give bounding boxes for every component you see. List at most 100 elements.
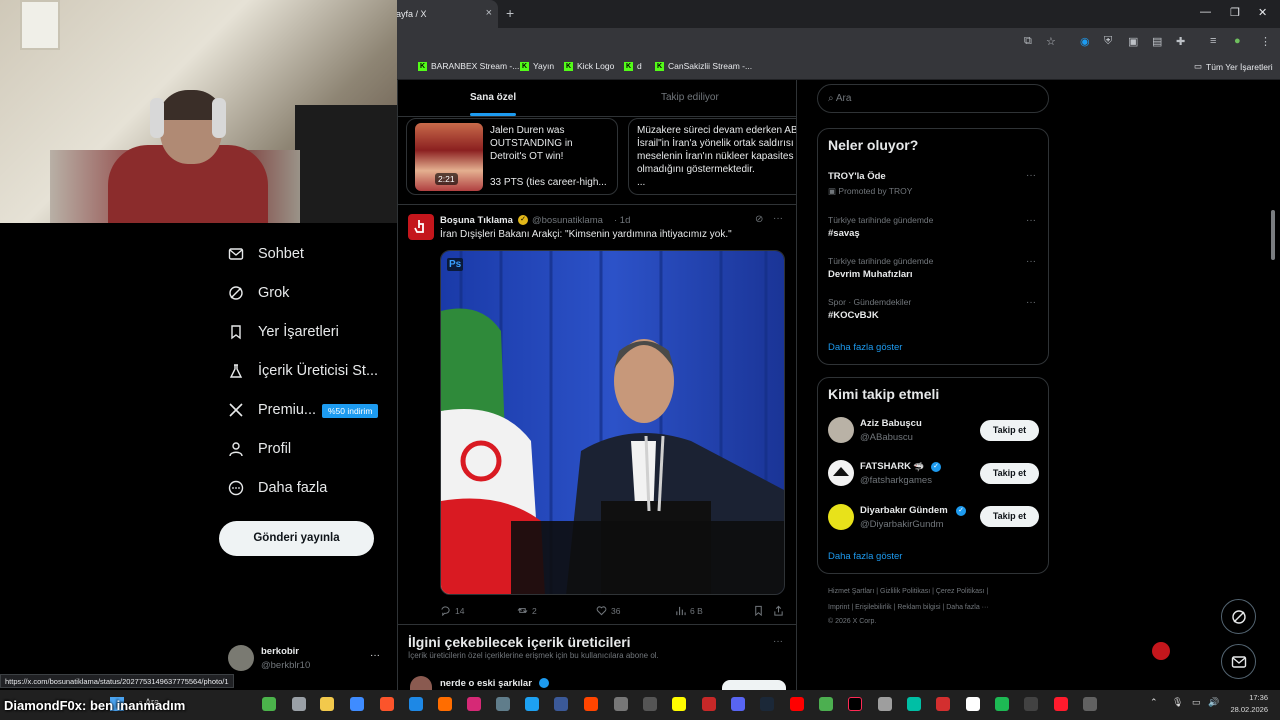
folder-icon[interactable] [320,697,334,711]
app-icon[interactable] [262,697,276,711]
views-button[interactable]: 6 B [675,605,703,616]
clock-date[interactable]: 28.02.2026 [1220,705,1268,714]
trend-title[interactable]: #KOCvBJK [828,310,879,321]
app-icon[interactable] [496,697,510,711]
brave-icon[interactable] [380,697,394,711]
kebab-menu-icon[interactable]: ⋮ [1260,35,1271,48]
follow-name[interactable]: Aziz Babuşcu [860,418,922,429]
avatar[interactable] [828,417,854,443]
footer-links[interactable]: Imprint | Erişilebilirlik | Reklam bilgi… [828,604,989,611]
clock-time[interactable]: 17:36 [1230,693,1268,702]
show-more-link[interactable]: Daha fazla göster [828,342,902,353]
follow-name[interactable]: FATSHARK [860,461,911,472]
feather-pen-icon[interactable] [1152,642,1170,660]
menu-list-icon[interactable]: ≡ [1210,35,1216,47]
grok-icon[interactable]: ⊘ [755,214,763,225]
bookmark-button[interactable] [753,605,764,616]
app-icon[interactable] [643,697,657,711]
follow-button[interactable]: Takip et [980,506,1039,527]
opera-icon[interactable] [1054,697,1068,711]
like-button[interactable]: 36 [596,605,620,616]
avatar[interactable] [828,460,854,486]
chrome-icon[interactable] [819,697,833,711]
app-icon[interactable] [907,697,921,711]
tweet-time[interactable]: · 1d [614,215,630,226]
avatar[interactable] [228,645,254,671]
trend-title[interactable]: TROY'la Öde [828,171,886,182]
news-card[interactable]: Müzakere süreci devam ederken AB İsrail"… [628,118,796,195]
app-icon[interactable] [350,697,364,711]
trend-more-icon[interactable]: ··· [1026,297,1036,308]
trending-card[interactable]: 2:21 Jalen Duren was OUTSTANDING in Detr… [406,118,618,195]
star-icon[interactable]: ☆ [1046,35,1056,48]
trend-title[interactable]: #savaş [828,228,860,239]
steam-icon[interactable] [760,697,774,711]
bookmark-item[interactable]: K BARANBEX Stream -... [418,61,519,71]
app-icon[interactable] [1083,697,1097,711]
app-icon[interactable] [614,697,628,711]
tab-for-you[interactable]: Sana özel [470,92,516,103]
show-more-link[interactable]: Daha fazla göster [828,551,902,562]
tweet-more-icon[interactable]: ··· [773,213,783,224]
bookmark-item[interactable]: K Kick Logo [564,61,614,71]
subscribe-button[interactable] [722,680,786,690]
nav-creator-studio[interactable]: İçerik Üreticisi St... [228,363,378,379]
trend-more-icon[interactable]: ··· [1026,256,1036,267]
repost-button[interactable]: 2 [517,605,537,616]
share-button[interactable] [773,605,784,616]
app-icon[interactable] [438,697,452,711]
tweet-author[interactable]: Boşuna Tıklama [440,215,513,226]
twitter-icon[interactable] [525,697,539,711]
tweet-handle[interactable]: @bosunatiklama [532,215,603,226]
nav-chat[interactable]: Sohbet [228,246,304,262]
discord-icon[interactable] [731,697,745,711]
tiktok-icon[interactable] [848,697,862,711]
app-icon[interactable] [936,697,950,711]
avatar[interactable] [408,214,434,240]
app-icon[interactable] [966,697,980,711]
profile-avatar-icon[interactable]: ● [1234,35,1241,47]
trend-title[interactable]: Devrim Muhafızları [828,269,912,280]
follow-name[interactable]: Diyarbakır Gündem [860,505,948,516]
maximize-icon[interactable]: ❐ [1230,6,1240,19]
youtube-icon[interactable] [790,697,804,711]
app-icon[interactable] [292,697,306,711]
instagram-icon[interactable] [467,697,481,711]
trend-more-icon[interactable]: ··· [1026,215,1036,226]
microphone-icon[interactable]: 🎙 [1172,697,1183,708]
bookmark-item[interactable]: K CanSakizlii Stream -... [655,61,752,71]
account-more-icon[interactable]: ··· [370,650,380,661]
trend-more-icon[interactable]: ··· [1026,170,1036,181]
snapchat-icon[interactable] [672,697,686,711]
messages-float-button[interactable] [1221,644,1256,679]
cast-icon[interactable]: ⧉ [1024,35,1032,48]
post-button[interactable]: Gönderi yayınla [219,521,374,556]
creators-more-icon[interactable]: ··· [773,636,783,647]
spotify-icon[interactable] [995,697,1009,711]
avatar[interactable] [828,504,854,530]
all-bookmarks[interactable]: ▭ Tüm Yer İşaretleri [1194,61,1273,72]
nav-premium[interactable]: Premiu... [228,402,316,418]
tray-chevron-icon[interactable]: ⌃ [1150,697,1158,708]
minimize-icon[interactable]: — [1200,6,1211,18]
new-tab-button[interactable]: + [506,5,514,21]
nav-more[interactable]: Daha fazla [228,480,327,496]
follow-button[interactable]: Takip et [980,463,1039,484]
app-icon[interactable] [1024,697,1038,711]
footer-links[interactable]: Hizmet Şartları | Gizlilik Politikası | … [828,588,988,595]
extension-icon[interactable]: ◉ [1080,35,1090,48]
app-icon[interactable] [878,697,892,711]
nav-grok[interactable]: Grok [228,285,289,301]
nav-bookmarks[interactable]: Yer İşaretleri [228,324,339,340]
creator-name[interactable]: nerde o eski şarkılar [440,678,532,689]
tweet-image[interactable]: Ps [440,250,785,595]
bookmark-item[interactable]: Kd [624,61,642,71]
extension-icon[interactable]: ▤ [1152,35,1162,48]
volume-icon[interactable]: 🔊 [1208,697,1219,708]
browser-tab[interactable]: ayfa / X × [390,0,498,28]
edge-icon[interactable] [409,697,423,711]
bookmark-item[interactable]: K Yayın [520,61,554,71]
puzzle-icon[interactable]: ✚ [1176,35,1185,48]
extension-icon[interactable]: ▣ [1128,35,1138,48]
follow-button[interactable]: Takip et [980,420,1039,441]
